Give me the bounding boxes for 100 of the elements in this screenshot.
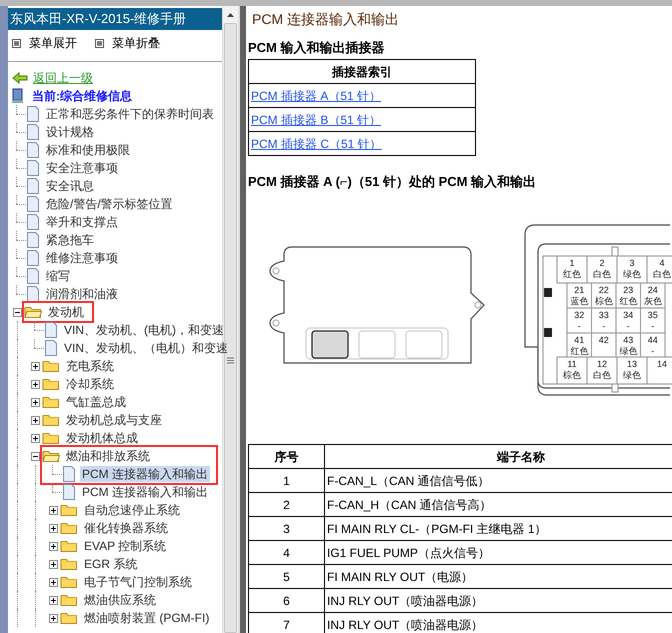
table-cell: 3 <box>248 516 324 540</box>
table-cell: 7 <box>248 612 324 633</box>
document-icon <box>26 214 40 230</box>
tree-item[interactable]: 自动怠速停止系统 <box>82 502 182 518</box>
document-icon <box>26 106 40 122</box>
expand-icon[interactable] <box>30 434 40 442</box>
document-icon <box>26 124 40 140</box>
tree-item[interactable]: 发动机 <box>46 304 86 320</box>
expand-icon[interactable] <box>30 362 40 370</box>
pin-number: 32 <box>574 310 584 320</box>
tree-item[interactable]: 缩写 <box>44 268 72 284</box>
wire-color-label: 红色 <box>563 269 581 279</box>
wire-color-label: - <box>651 321 654 331</box>
table-header: 插接器索引 <box>248 60 476 84</box>
expand-icon[interactable] <box>48 506 58 514</box>
folder-icon <box>24 305 42 319</box>
collapse-icon[interactable] <box>30 452 40 460</box>
collapse-icon[interactable] <box>12 308 22 316</box>
tree-item[interactable]: 维修注意事项 <box>44 250 120 266</box>
manual-title-bar: 东风本田-XR-V-2015-维修手册 <box>8 8 222 30</box>
tree-item[interactable]: 燃油供应系统 <box>82 592 158 608</box>
table-cell: 1 <box>248 468 324 492</box>
expand-icon[interactable] <box>30 398 40 406</box>
pin-number: 2 <box>600 258 604 268</box>
tree-item[interactable]: 安全讯息 <box>44 178 96 194</box>
tree-item[interactable]: 标准和使用极限 <box>44 142 132 158</box>
pin-number: 33 <box>598 310 609 320</box>
document-icon <box>26 142 40 158</box>
tree-item[interactable]: VIN、发动机、（电机）和变速 <box>62 340 230 356</box>
tree-item[interactable]: 紧急拖车 <box>44 232 96 248</box>
wire-color-label: 绿色 <box>623 269 641 279</box>
pin-number: 23 <box>623 285 634 295</box>
pin-number: 34 <box>623 310 634 320</box>
expand-icon[interactable] <box>30 380 40 388</box>
tree-item[interactable]: 发动机总成与支座 <box>64 412 164 428</box>
table-cell: 6 <box>248 588 324 612</box>
current-section-label: 当前:综合维修信息 <box>32 88 132 105</box>
tree-item[interactable]: PCM 连接器输入和输出 <box>80 484 210 500</box>
tree-item[interactable]: PCM 连接器输入和输出 <box>80 466 210 482</box>
wire-color-label: 蓝色 <box>570 296 588 306</box>
expand-icon[interactable] <box>48 542 58 550</box>
expand-icon[interactable] <box>30 416 40 424</box>
folder-icon <box>42 359 60 373</box>
menu-toggle-button[interactable]: 菜单折叠 <box>95 34 160 52</box>
grip-icon <box>227 357 234 364</box>
expand-icon[interactable] <box>48 524 58 532</box>
pin-number: 41 <box>574 335 584 345</box>
tree-item[interactable]: 冷却系统 <box>64 376 116 392</box>
tree-item[interactable]: 充电系统 <box>64 358 116 374</box>
pin-number: 21 <box>574 285 584 295</box>
wire-color-label: 绿色 <box>619 346 638 356</box>
tree-item[interactable]: EGR 系统 <box>82 556 140 572</box>
wire-color-label: 灰色 <box>644 296 662 306</box>
pin-number: 4 <box>660 258 664 268</box>
menu-toggle-button[interactable]: 菜单展开 <box>12 34 77 52</box>
tree-item[interactable]: EVAP 控制系统 <box>82 538 168 554</box>
computer-icon <box>12 88 24 104</box>
document-icon <box>62 466 76 482</box>
tree-item[interactable]: 润滑剂和油液 <box>44 286 120 302</box>
wire-color-label: - <box>651 346 654 356</box>
document-icon <box>26 250 40 266</box>
tree-item[interactable]: 设计规格 <box>44 124 96 140</box>
folder-icon <box>60 557 78 571</box>
wire-color-label: - <box>626 321 630 331</box>
expand-icon[interactable] <box>48 578 58 586</box>
tree-item[interactable]: 举升和支撑点 <box>44 214 120 230</box>
tree-item[interactable]: 电子节气门控制系统 <box>82 574 194 590</box>
expand-icon[interactable] <box>48 560 58 568</box>
folder-icon <box>60 521 78 535</box>
tree-item[interactable]: 发动机体总成 <box>64 430 140 446</box>
folder-icon <box>42 431 60 445</box>
folder-icon <box>42 395 60 409</box>
tree-item[interactable]: 燃油喷射装置 (PGM-FI) <box>82 610 212 626</box>
folder-icon <box>60 575 78 589</box>
pin-number: 22 <box>598 285 609 295</box>
tree-item[interactable]: 燃油和排放系统 <box>64 448 152 464</box>
scroll-up-button[interactable] <box>223 6 238 23</box>
folder-icon <box>60 539 78 553</box>
document-icon <box>26 196 40 212</box>
pin-number: 12 <box>597 359 607 369</box>
page-title: PCM 连接器输入和输出 <box>252 10 399 28</box>
folder-icon <box>60 593 78 607</box>
document-icon <box>62 484 76 500</box>
table-cell: 5 <box>248 564 324 588</box>
tree-item[interactable]: 气缸盖总成 <box>64 394 128 410</box>
tree-item[interactable]: 安全注意事项 <box>44 160 120 176</box>
folder-icon <box>60 503 78 517</box>
pin-number: 1 <box>570 258 574 268</box>
wire-color-label: - <box>578 321 581 331</box>
wire-color-label: - <box>602 321 606 331</box>
folder-icon <box>42 413 60 427</box>
tree-item[interactable]: 催化转换器系统 <box>82 520 170 536</box>
expand-icon[interactable] <box>48 614 58 622</box>
up-arrow-icon <box>227 12 234 16</box>
wire-color-label: 红色 <box>619 296 638 306</box>
tree-item[interactable]: 正常和恶劣条件下的保养时间表 <box>44 106 216 122</box>
tree-item[interactable]: VIN、发动机、(电机)，和变速 <box>62 322 226 338</box>
back-link[interactable]: 返回上一级 <box>33 69 93 87</box>
expand-icon[interactable] <box>48 596 58 604</box>
tree-item[interactable]: 危险/警告/警示标签位置 <box>44 196 175 212</box>
